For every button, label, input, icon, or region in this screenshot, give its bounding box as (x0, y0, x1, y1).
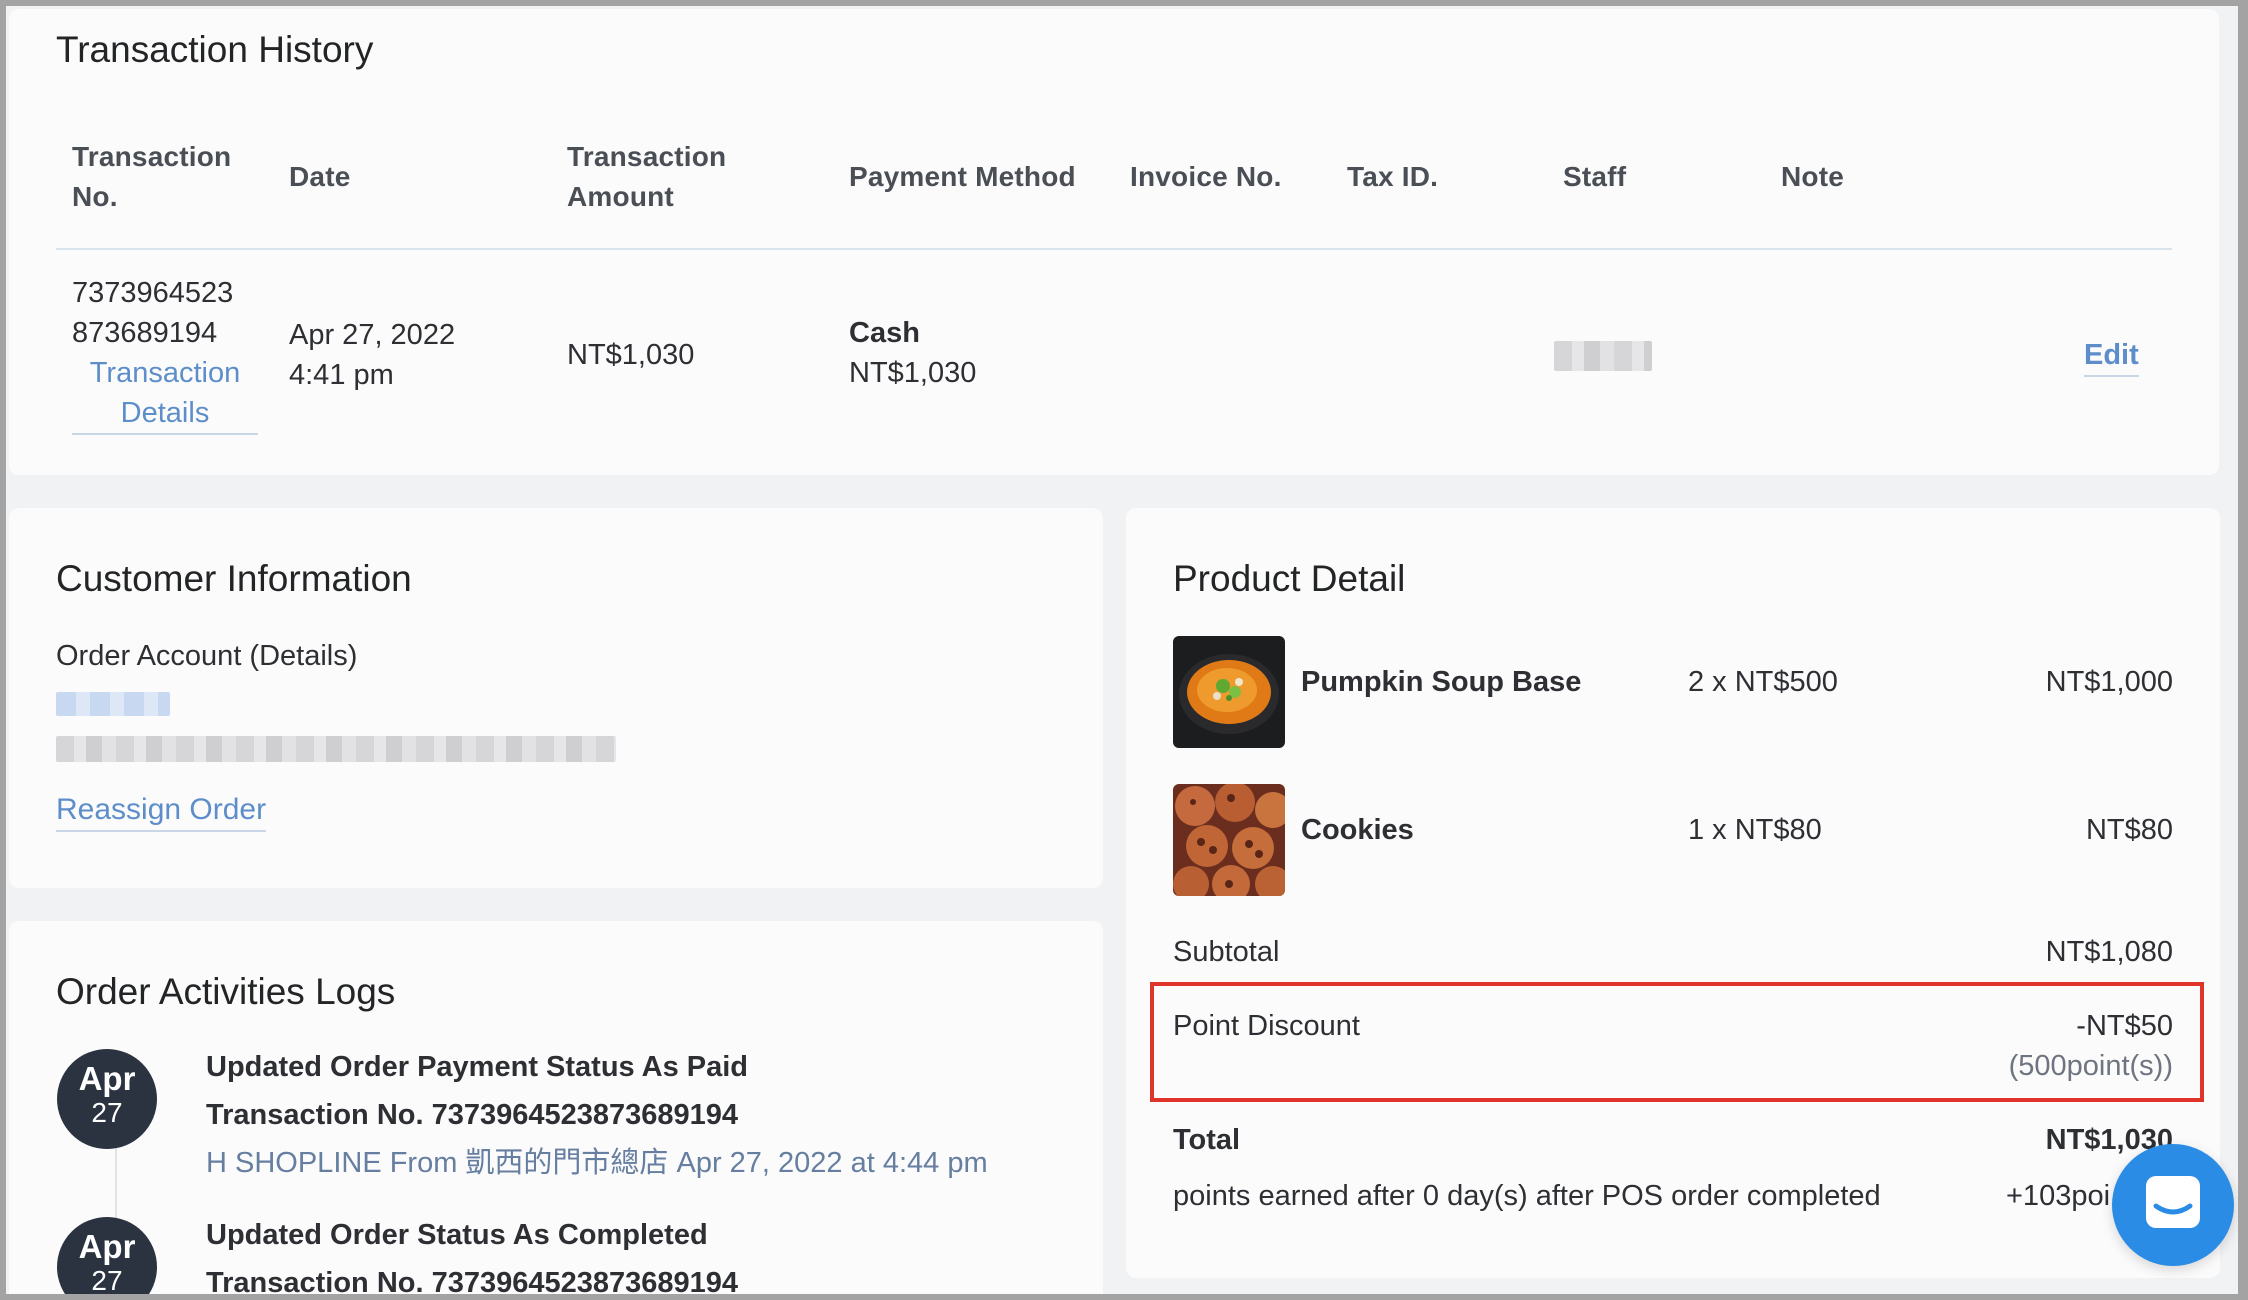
total-label: Total (1173, 1124, 1241, 1156)
points-earned-label: points earned after 0 day(s) after POS o… (1173, 1180, 1881, 1212)
header-payment-method: Payment Method (849, 161, 1076, 192)
header-divider (56, 248, 2172, 250)
header-transaction-amount: Transaction Amount (567, 141, 727, 212)
chat-bubble-icon[interactable] (2112, 1144, 2234, 1266)
product-qty-price: 2 x NT$500 (1688, 666, 1838, 698)
header-note: Note (1781, 161, 1845, 192)
staff-redacted (1554, 341, 1652, 371)
payment-method: Cash (849, 317, 920, 349)
cookies-thumbnail (1173, 784, 1285, 896)
customer-information-card: Customer Information Order Account (Deta… (9, 508, 1103, 888)
point-discount-highlight (1150, 982, 2204, 1102)
transaction-time: 4:41 pm (289, 359, 394, 391)
payment-amount: NT$1,030 (849, 357, 977, 389)
log-date-badge: Apr 27 (57, 1049, 157, 1149)
transaction-details-link-line1: Transaction (89, 357, 241, 389)
subtotal-label: Subtotal (1173, 936, 1280, 968)
customer-information-title: Customer Information (56, 558, 412, 599)
product-total: NT$80 (2085, 814, 2173, 846)
transaction-no-line1: 7373964523 (72, 277, 234, 309)
product-total: NT$1,000 (2045, 666, 2173, 698)
subtotal-value: NT$1,080 (2045, 936, 2173, 968)
product-name: Cookies (1301, 814, 1414, 846)
pumpkin-soup-thumbnail (1173, 636, 1285, 748)
edit-note-link[interactable]: Edit (2084, 335, 2139, 377)
reassign-order-link[interactable]: Reassign Order (56, 790, 267, 832)
order-activities-logs-card: Order Activities Logs Apr 27 Updated Ord… (9, 921, 1103, 1300)
log-transaction-no: Transaction No. 7373964523873689194 (206, 1099, 739, 1131)
header-date: Date (289, 161, 351, 192)
product-qty-price: 1 x NT$80 (1688, 814, 1822, 846)
transaction-details-link[interactable]: Transaction Details (72, 353, 258, 435)
product-detail-title: Product Detail (1173, 558, 1406, 599)
customer-name-redacted[interactable] (56, 692, 170, 716)
log-date-badge: Apr 27 (57, 1217, 157, 1300)
transaction-amount: NT$1,030 (567, 339, 695, 371)
customer-email-redacted (56, 736, 616, 762)
transaction-history-card: Transaction History Transaction No. Date… (9, 9, 2219, 475)
transaction-history-title: Transaction History (56, 29, 374, 70)
product-name: Pumpkin Soup Base (1301, 666, 1582, 698)
order-account-label: Order Account (Details) (56, 640, 358, 672)
log-meta: H SHOPLINE From 凱西的門市總店 Apr 27, 2022 at … (206, 1147, 988, 1179)
transaction-details-link-line2: Details (120, 397, 210, 429)
header-invoice-no: Invoice No. (1130, 161, 1282, 192)
transaction-no-line2: 873689194 (72, 317, 218, 349)
transaction-date: Apr 27, 2022 (289, 319, 456, 351)
product-detail-card: Product Detail Pumpkin Soup Base 2 x NT$… (1126, 508, 2220, 1278)
log-transaction-no: Transaction No. 7373964523873689194 (206, 1267, 739, 1299)
header-transaction-no: Transaction No. (72, 141, 232, 212)
header-staff: Staff (1563, 161, 1627, 192)
header-tax-id: Tax ID. (1347, 161, 1439, 192)
log-title: Updated Order Payment Status As Paid (206, 1051, 749, 1083)
log-title: Updated Order Status As Completed (206, 1219, 708, 1251)
order-activities-logs-title: Order Activities Logs (56, 971, 396, 1012)
